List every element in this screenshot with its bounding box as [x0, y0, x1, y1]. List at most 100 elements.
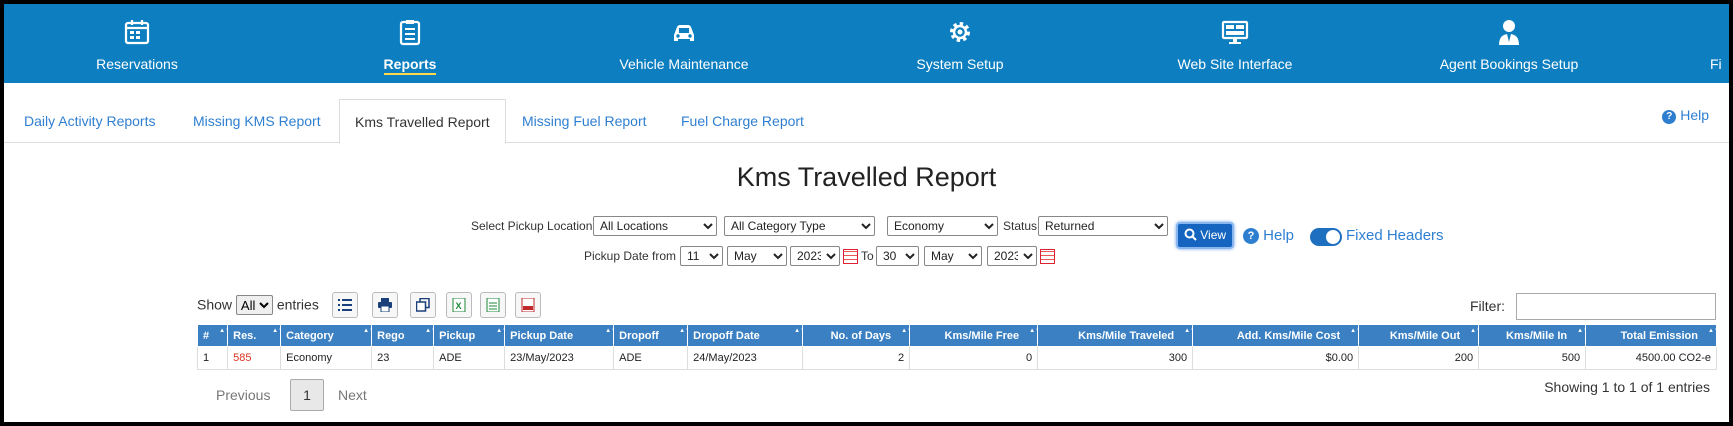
copy-button[interactable]: [410, 292, 436, 318]
to-day-select[interactable]: 30: [876, 246, 919, 266]
view-label: View: [1200, 228, 1227, 242]
csv-export-button[interactable]: [480, 292, 506, 318]
report-tabs: Daily Activity Reports Missing KMS Repor…: [4, 99, 1729, 144]
entries-summary: Showing 1 to 1 of 1 entries: [1544, 379, 1710, 395]
clipboard-icon: [399, 20, 421, 46]
col-header-dropoff-date[interactable]: Dropoff Date: [687, 324, 804, 347]
cell-dropoff: ADE: [613, 346, 689, 370]
cell-kms-free: 0: [909, 346, 1039, 370]
col-header-total-emission[interactable]: Total Emission: [1585, 324, 1717, 347]
fixed-headers-label: Fixed Headers: [1346, 227, 1444, 244]
cell-no-of-days: 2: [802, 346, 911, 370]
help-label: Help: [1263, 227, 1295, 244]
excel-icon: X: [452, 298, 466, 312]
nav-label: System Setup: [916, 56, 1004, 72]
show-entries: Show All entries: [197, 295, 319, 315]
col-header-category[interactable]: Category: [280, 324, 373, 347]
tab-missing-fuel-report[interactable]: Missing Fuel Report: [522, 99, 647, 143]
question-icon: ?: [1662, 110, 1677, 124]
cell-res-link[interactable]: 585: [227, 346, 282, 370]
to-label: To: [861, 249, 874, 263]
copy-icon: [416, 298, 430, 312]
gear-icon: [950, 22, 970, 42]
cell-kms-in: 500: [1478, 346, 1587, 370]
file-icon: [486, 298, 500, 312]
category-type-select[interactable]: All Category Type: [724, 216, 875, 236]
col-header-res[interactable]: Res.: [227, 324, 282, 347]
help-link[interactable]: ? Help: [1243, 227, 1294, 244]
col-header-kms-traveled[interactable]: Kms/Mile Traveled: [1037, 324, 1194, 347]
cell-number: 1: [196, 346, 229, 370]
nav-item-web-site-interface[interactable]: Web Site Interface: [1150, 4, 1320, 83]
tab-kms-travelled-report[interactable]: Kms Travelled Report: [339, 99, 506, 144]
tab-missing-kms-report[interactable]: Missing KMS Report: [193, 99, 321, 143]
nav-item-agent-bookings-setup[interactable]: Agent Bookings Setup: [1424, 4, 1594, 83]
to-month-select[interactable]: May: [924, 246, 982, 266]
calendar-icon: [124, 20, 150, 45]
table-row: 1 585 Economy 23 ADE 23/May/2023 ADE 24/…: [196, 346, 1717, 370]
col-header-rego[interactable]: Rego: [371, 324, 435, 347]
col-header-pickup-date[interactable]: Pickup Date: [504, 324, 615, 347]
table-header-row: # Res. Category Rego Pickup Pickup Date …: [196, 324, 1717, 347]
nav-label: Reservations: [96, 56, 178, 72]
nav-item-reservations[interactable]: Reservations: [64, 4, 210, 83]
next-page-button[interactable]: Next: [338, 387, 367, 403]
view-button[interactable]: View: [1176, 222, 1234, 249]
print-icon: [378, 298, 392, 312]
excel-export-button[interactable]: X: [446, 292, 472, 318]
help-link-top[interactable]: ? Help: [1662, 107, 1709, 124]
category-select[interactable]: Economy: [887, 216, 998, 236]
search-icon: [1184, 228, 1197, 241]
col-header-kms-free[interactable]: Kms/Mile Free: [909, 324, 1039, 347]
cell-pickup-date: 23/May/2023: [504, 346, 615, 370]
nav-item-system-setup[interactable]: System Setup: [880, 4, 1040, 83]
cell-add-kms-cost: $0.00: [1192, 346, 1360, 370]
page-1-button[interactable]: 1: [290, 379, 324, 411]
cell-kms-traveled: 300: [1037, 346, 1194, 370]
entries-select[interactable]: All: [235, 295, 273, 315]
nav-label: Agent Bookings Setup: [1439, 56, 1579, 72]
to-year-select[interactable]: 2023: [987, 246, 1037, 266]
print-button[interactable]: [372, 292, 398, 318]
pickup-location-select[interactable]: All Locations: [593, 216, 717, 236]
col-header-kms-in[interactable]: Kms/Mile In: [1478, 324, 1587, 347]
list-icon: [338, 299, 352, 311]
col-header-number[interactable]: #: [196, 324, 229, 347]
show-label: Show: [197, 296, 233, 313]
tab-daily-activity-reports[interactable]: Daily Activity Reports: [24, 99, 155, 143]
nav-item-reports[interactable]: Reports: [337, 4, 483, 83]
column-visibility-button[interactable]: [332, 292, 358, 318]
nav-item-vehicle-maintenance[interactable]: Vehicle Maintenance: [594, 4, 774, 83]
nav-label-wrap: Reports: [337, 56, 483, 75]
nav-label: Fi: [1710, 56, 1722, 72]
svg-text:X: X: [456, 301, 462, 311]
col-header-dropoff[interactable]: Dropoff: [613, 324, 689, 347]
cell-category: Economy: [280, 346, 373, 370]
calendar-picker-icon[interactable]: [1040, 249, 1055, 264]
status-select[interactable]: Returned: [1038, 216, 1168, 236]
nav-label: Web Site Interface: [1177, 56, 1293, 72]
nav-item-truncated[interactable]: Fi: [1710, 4, 1729, 83]
entries-label: entries: [276, 296, 319, 313]
tab-fuel-charge-report[interactable]: Fuel Charge Report: [681, 99, 804, 143]
pickup-date-from-label: Pickup Date from: [584, 249, 677, 263]
col-header-pickup[interactable]: Pickup: [433, 324, 506, 347]
pdf-export-button[interactable]: [515, 292, 541, 318]
help-label: Help: [1680, 107, 1709, 123]
col-header-add-kms-cost[interactable]: Add. Kms/Mile Cost: [1192, 324, 1360, 347]
calendar-picker-icon[interactable]: [843, 249, 858, 264]
pickup-location-label: Select Pickup Location: [471, 219, 593, 233]
from-month-select[interactable]: May: [727, 246, 787, 266]
from-day-select[interactable]: 11: [680, 246, 723, 266]
cell-pickup: ADE: [433, 346, 506, 370]
cell-total-emission: 4500.00 CO2-e: [1585, 346, 1717, 370]
filter-input[interactable]: [1516, 293, 1716, 320]
col-header-no-of-days[interactable]: No. of Days: [802, 324, 911, 347]
pdf-icon: [521, 298, 535, 312]
from-year-select[interactable]: 2023: [790, 246, 840, 266]
status-label: Status: [1003, 219, 1038, 233]
previous-page-button[interactable]: Previous: [216, 387, 270, 403]
fixed-headers-toggle[interactable]: [1310, 228, 1342, 246]
nav-label: Vehicle Maintenance: [619, 56, 749, 72]
col-header-kms-out[interactable]: Kms/Mile Out: [1358, 324, 1480, 347]
